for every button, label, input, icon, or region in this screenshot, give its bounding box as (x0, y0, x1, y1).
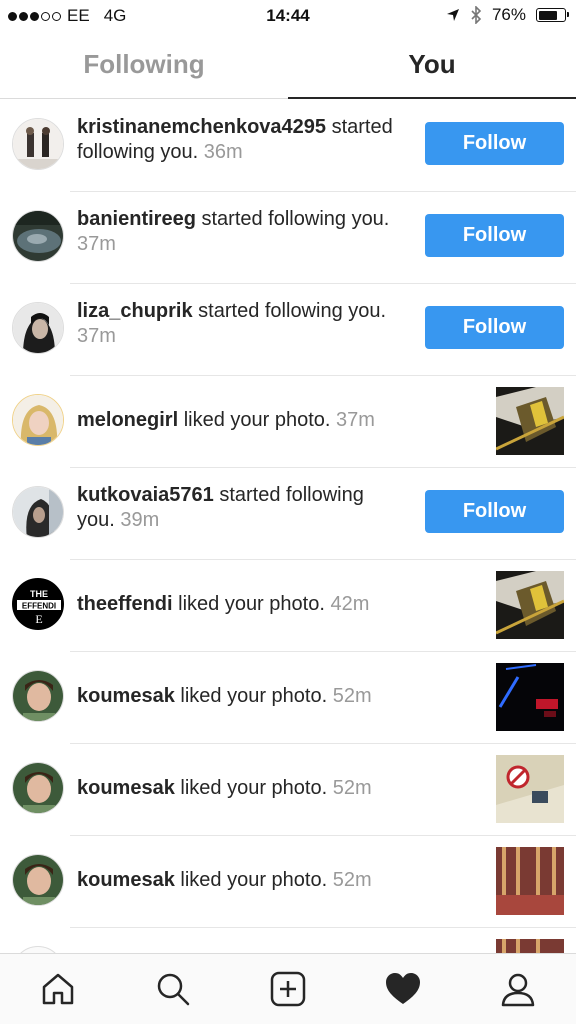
heart-icon[interactable] (383, 969, 423, 1009)
list-item[interactable]: banientireeg started following you. 37m … (0, 191, 576, 283)
list-item[interactable]: koumesak liked your photo. 52m (0, 743, 576, 835)
activity-action: liked your photo. (183, 409, 331, 431)
username[interactable]: koumesak (77, 685, 175, 707)
tab-you[interactable]: You (288, 32, 576, 99)
activity-time: 52m (332, 869, 372, 891)
profile-icon[interactable] (498, 969, 538, 1009)
activity-text: melonegirl liked your photo. 37m (77, 408, 477, 433)
bottom-navigation (0, 953, 576, 1024)
home-icon[interactable] (38, 969, 78, 1009)
activity-list: kristinanemchenkova4295 started followin… (0, 99, 576, 1019)
battery-percent: 76% (491, 5, 526, 24)
liked-photo-thumbnail[interactable] (496, 847, 564, 915)
activity-text: koumesak liked your photo. 52m (77, 684, 477, 709)
bluetooth-icon (471, 6, 482, 24)
username[interactable]: kutkovaia5761 (77, 484, 214, 506)
activity-action: started following you. (201, 208, 390, 230)
activity-text: kristinanemchenkova4295 started followin… (77, 115, 407, 165)
activity-action: started following you. (198, 300, 387, 322)
username[interactable]: koumesak (77, 777, 175, 799)
list-item[interactable]: THE EFFENDI E theeffendi liked your phot… (0, 559, 576, 651)
list-item[interactable]: kristinanemchenkova4295 started followin… (0, 99, 576, 191)
activity-text: liza_chuprik started following you. 37m (77, 299, 407, 349)
avatar[interactable] (12, 854, 64, 906)
username[interactable]: banientireeg (77, 208, 196, 230)
avatar[interactable] (12, 118, 64, 170)
activity-text: theeffendi liked your photo. 42m (77, 592, 477, 617)
battery-icon (536, 8, 569, 22)
list-item[interactable]: koumesak liked your photo. 52m (0, 835, 576, 927)
list-item[interactable]: koumesak liked your photo. 52m (0, 651, 576, 743)
activity-time: 36m (203, 141, 243, 163)
activity-action: liked your photo. (180, 869, 328, 891)
username[interactable]: kristinanemchenkova4295 (77, 116, 326, 138)
follow-button[interactable]: Follow (425, 490, 564, 533)
activity-action: liked your photo. (180, 685, 328, 707)
activity-tabs: Following You (0, 32, 576, 99)
activity-action: liked your photo. (178, 593, 325, 615)
avatar[interactable] (12, 670, 64, 722)
avatar[interactable] (12, 394, 64, 446)
search-icon[interactable] (153, 969, 193, 1009)
activity-time: 37m (77, 233, 116, 255)
logo-image: THE EFFENDI E (13, 579, 63, 629)
status-bar: EE 4G 14:44 76% (0, 0, 576, 32)
activity-time: 42m (330, 593, 370, 615)
activity-time: 39m (120, 509, 160, 531)
follow-button[interactable]: Follow (425, 306, 564, 349)
username[interactable]: koumesak (77, 869, 175, 891)
avatar[interactable] (12, 302, 64, 354)
liked-photo-thumbnail[interactable] (496, 571, 564, 639)
activity-time: 37m (77, 325, 116, 347)
activity-text: koumesak liked your photo. 52m (77, 868, 477, 893)
avatar[interactable] (12, 210, 64, 262)
liked-photo-thumbnail[interactable] (496, 387, 564, 455)
svg-text:EFFENDI: EFFENDI (22, 602, 56, 611)
add-icon[interactable] (268, 969, 308, 1009)
activity-text: koumesak liked your photo. 52m (77, 776, 477, 801)
svg-text:THE: THE (30, 589, 48, 599)
activity-action: liked your photo. (180, 777, 328, 799)
avatar[interactable]: THE EFFENDI E (12, 578, 64, 630)
liked-photo-thumbnail[interactable] (496, 755, 564, 823)
activity-time: 52m (332, 777, 372, 799)
avatar[interactable] (12, 762, 64, 814)
svg-text:E: E (35, 612, 42, 626)
username[interactable]: liza_chuprik (77, 300, 193, 322)
follow-button[interactable]: Follow (425, 214, 564, 257)
username[interactable]: melonegirl (77, 409, 178, 431)
avatar[interactable] (12, 486, 64, 538)
list-item[interactable]: liza_chuprik started following you. 37m … (0, 283, 576, 375)
activity-text: kutkovaia5761 started following you. 39m (77, 483, 407, 533)
follow-button[interactable]: Follow (425, 122, 564, 165)
location-arrow-icon (446, 9, 459, 21)
username[interactable]: theeffendi (77, 593, 173, 615)
tab-following[interactable]: Following (0, 32, 288, 98)
activity-text: banientireeg started following you. 37m (77, 207, 407, 257)
activity-time: 37m (336, 409, 375, 431)
activity-time: 52m (332, 685, 372, 707)
list-item[interactable]: melonegirl liked your photo. 37m (0, 375, 576, 467)
liked-photo-thumbnail[interactable] (496, 663, 564, 731)
list-item[interactable]: kutkovaia5761 started following you. 39m… (0, 467, 576, 559)
